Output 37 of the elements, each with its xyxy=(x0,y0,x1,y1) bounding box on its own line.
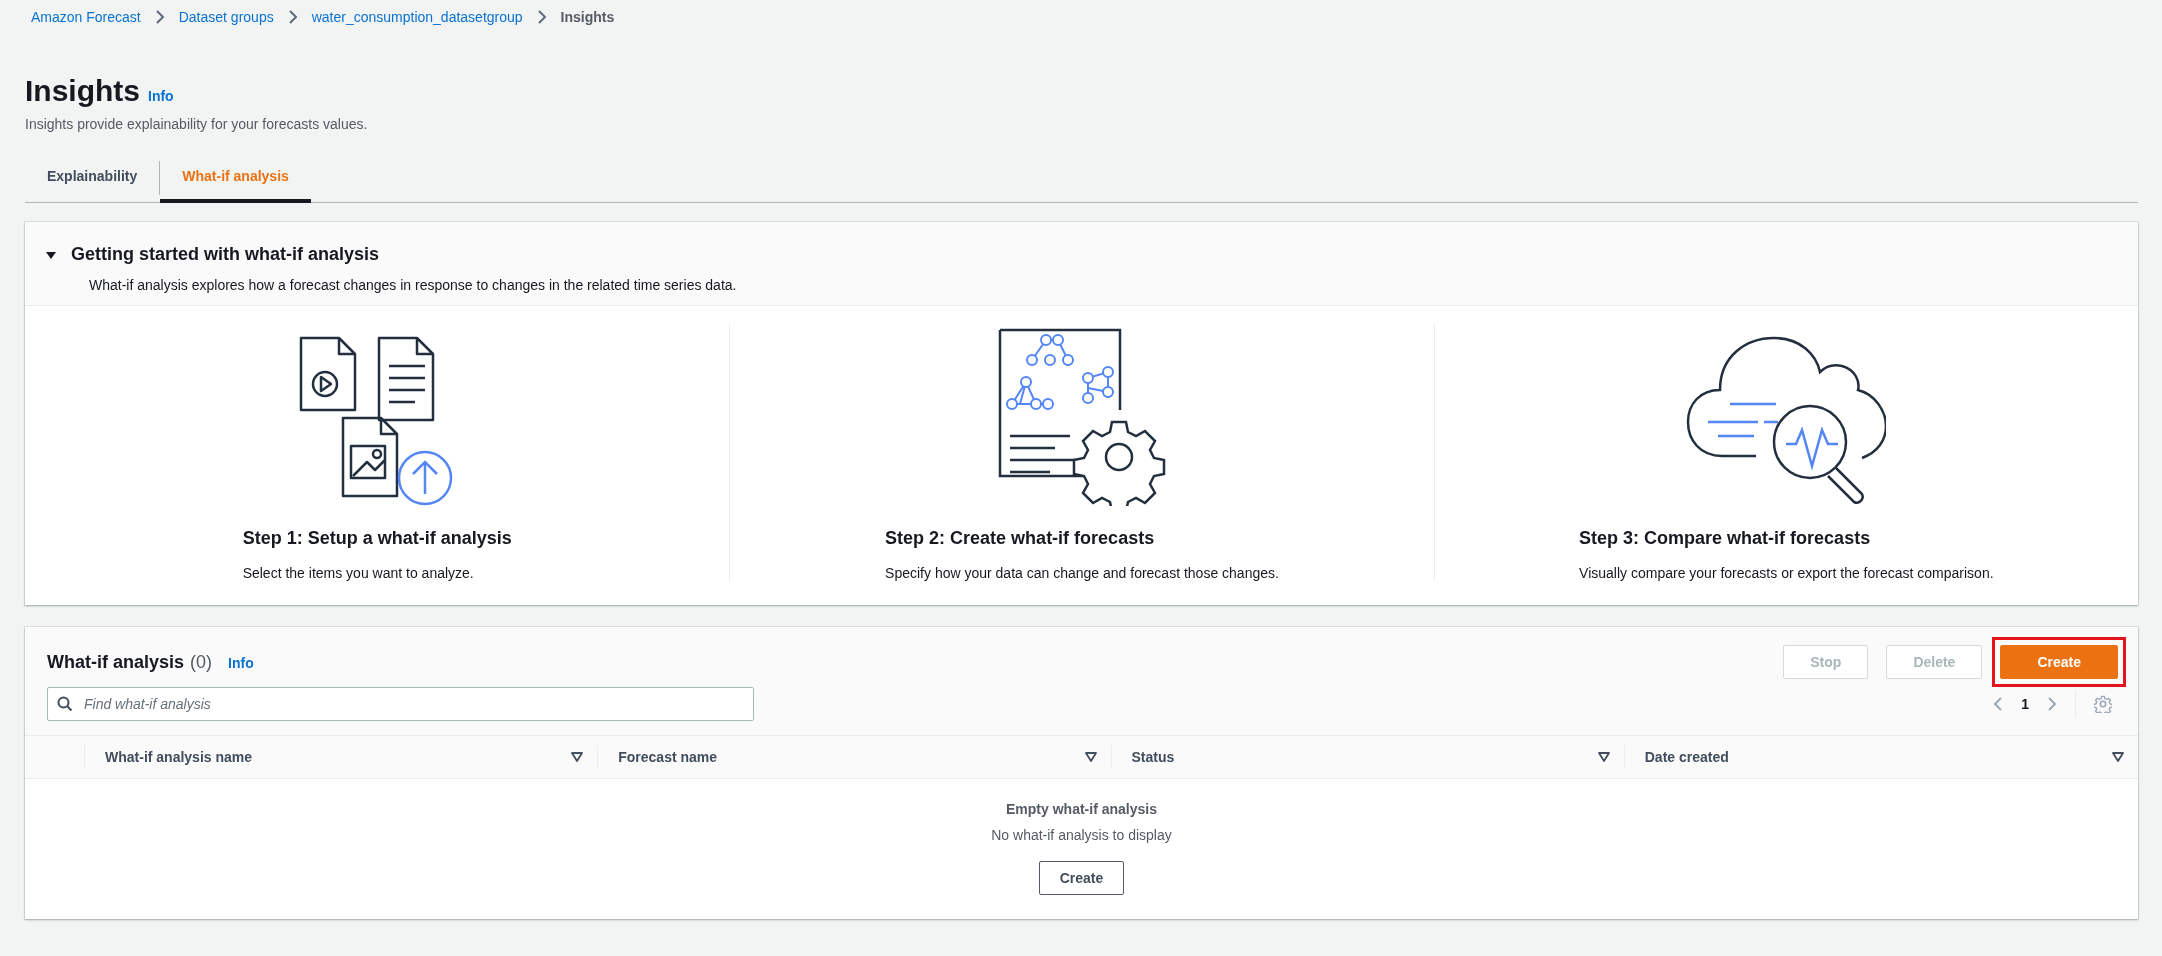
item-count: (0) xyxy=(190,651,213,673)
section-description: What-if analysis explores how a forecast changes in response to changes in the related time series data. xyxy=(89,277,738,293)
chevron-right-icon xyxy=(536,9,547,25)
section-title: Getting started with what-if analysis xyxy=(71,244,380,265)
page-title: Insights xyxy=(25,74,140,108)
page-number[interactable]: 1 xyxy=(2021,696,2029,712)
page-description: Insights provide explainability for your forecasts values. xyxy=(25,116,369,132)
column-header[interactable]: Forecast name xyxy=(618,749,718,765)
step-description: Select the items you want to analyze. xyxy=(242,565,475,581)
tab[interactable]: What-if analysis xyxy=(160,154,311,203)
action-button[interactable]: Create xyxy=(2000,645,2118,679)
step-description: Specify how your data can change and forecast those changes. xyxy=(885,565,1279,581)
info-link[interactable]: Info xyxy=(228,654,254,671)
sort-icon[interactable] xyxy=(571,752,584,762)
tab[interactable]: Explainability xyxy=(25,154,160,203)
chevron-right-icon xyxy=(154,9,165,25)
sort-icon[interactable] xyxy=(1597,752,1610,762)
column-header[interactable]: What-if analysis name xyxy=(105,749,253,765)
empty-state-message: No what-if analysis to display xyxy=(991,827,1172,843)
breadcrumb-link[interactable]: water_consumption_datasetgroup xyxy=(311,9,523,25)
step-title: Step 1: Setup a what-if analysis xyxy=(242,528,512,549)
column-header[interactable]: Status xyxy=(1131,749,1175,765)
sort-icon[interactable] xyxy=(2112,752,2124,762)
table-title: What-if analysis xyxy=(47,651,185,673)
empty-state-title: Empty what-if analysis xyxy=(1006,801,1157,817)
chevron-right-icon xyxy=(287,9,298,25)
breadcrumb-link[interactable]: Amazon Forecast xyxy=(31,9,141,25)
step-title: Step 2: Create what-if forecasts xyxy=(885,528,1156,549)
step-description: Visually compare your forecasts or export the forecast comparison. xyxy=(1579,565,1994,581)
step-title: Step 3: Compare what-if forecasts xyxy=(1579,528,1872,549)
breadcrumb-current: Insights xyxy=(560,9,615,25)
info-link[interactable]: Info xyxy=(148,88,174,104)
search-field[interactable]: Find what-if analysis xyxy=(47,687,754,721)
column-header[interactable]: Date created xyxy=(1644,749,1729,765)
create-button[interactable]: Create xyxy=(1038,861,1125,895)
breadcrumb-link[interactable]: Dataset groups xyxy=(178,9,274,25)
sort-icon[interactable] xyxy=(1084,752,1097,762)
